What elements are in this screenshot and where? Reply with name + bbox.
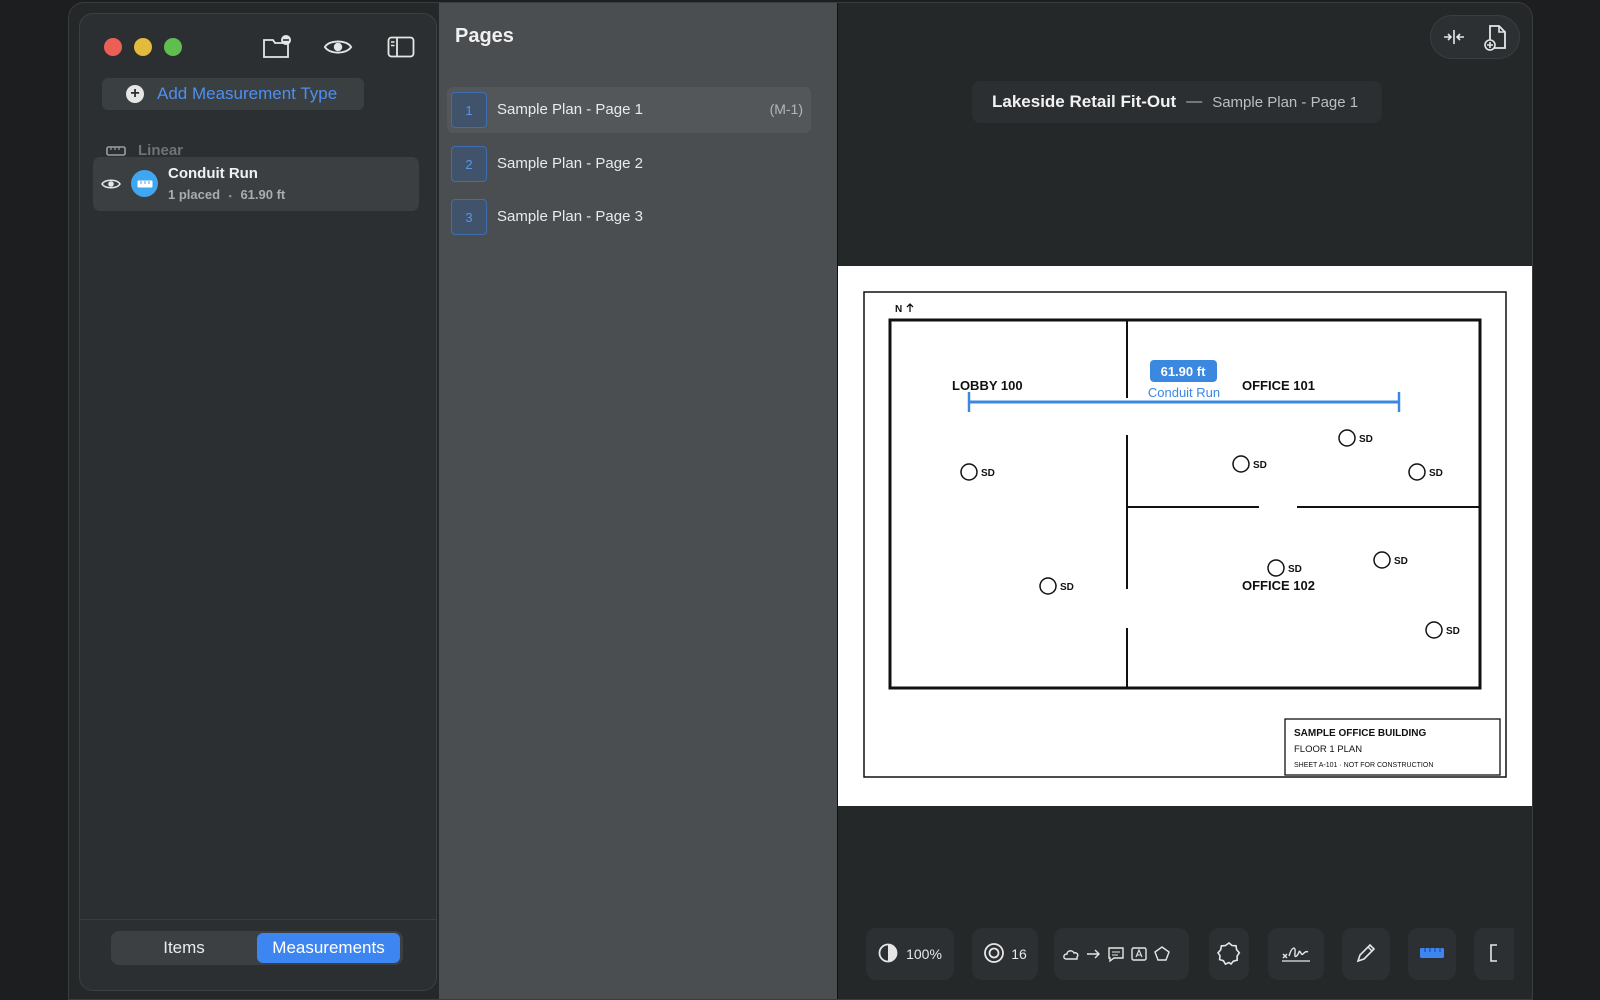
- page-name: Sample Plan - Page 1: [497, 101, 643, 118]
- pencil-icon: [1355, 942, 1377, 967]
- polygon-icon[interactable]: [1153, 946, 1170, 961]
- visibility-eye-icon[interactable]: [101, 177, 121, 196]
- detector-label: SD: [1253, 460, 1267, 471]
- comment-icon[interactable]: [1107, 947, 1124, 963]
- contrast-icon: [878, 943, 898, 966]
- room-label-office-102: OFFICE 102: [1242, 578, 1315, 593]
- detector-label: SD: [1288, 564, 1302, 575]
- bottom-toolbar: 100% 16: [838, 928, 1532, 984]
- zoom-window-button[interactable]: [164, 38, 182, 56]
- count-control[interactable]: 16: [972, 928, 1038, 980]
- text-box-icon[interactable]: [1130, 947, 1147, 961]
- detector-label: SD: [1429, 468, 1443, 479]
- markup-tools-group: [1054, 928, 1189, 980]
- badge-shape-icon: [1216, 941, 1241, 968]
- shape-tool[interactable]: [1209, 928, 1249, 980]
- plus-icon: +: [126, 85, 144, 103]
- detector-label: SD: [1446, 626, 1460, 637]
- target-icon: [983, 942, 1005, 967]
- measurement-name: Conduit Run: [1148, 385, 1220, 400]
- measurement-type-meta: 1 placed • 61.90 ft: [168, 187, 285, 202]
- top-toolbar: [1430, 15, 1520, 59]
- detector-label: SD: [981, 468, 995, 479]
- add-measurement-type-button[interactable]: + Add Measurement Type: [102, 78, 364, 110]
- meta-separator: •: [228, 190, 232, 201]
- measurements-tab[interactable]: Measurements: [257, 933, 400, 963]
- project-name: Lakeside Retail Fit-Out: [992, 92, 1177, 111]
- title-block-line2: FLOOR 1 PLAN: [1294, 744, 1362, 755]
- pages-panel: Pages 1 Sample Plan - Page 1 (M-1) 2 Sam…: [439, 3, 837, 999]
- detector-label: SD: [1060, 582, 1074, 593]
- room-label-office-101: OFFICE 101: [1242, 378, 1315, 393]
- page-row-2[interactable]: 2 Sample Plan - Page 2: [447, 141, 811, 187]
- collapse-icon[interactable]: [1443, 28, 1465, 51]
- ruler-icon: [1419, 946, 1445, 962]
- app-window: + Add Measurement Type Linear Conduit Ru…: [68, 2, 1533, 1000]
- linear-measurement[interactable]: 61.90 ft Conduit Run: [967, 360, 1401, 412]
- pen-tool[interactable]: [1342, 928, 1390, 980]
- room-label-lobby: LOBBY 100: [952, 378, 1023, 393]
- add-measurement-type-label: Add Measurement Type: [157, 84, 338, 103]
- more-tools[interactable]: [1474, 928, 1514, 980]
- ruler-badge-icon: [131, 170, 158, 197]
- view-segmented-control: Items Measurements: [111, 931, 403, 965]
- measurement-type-name: Conduit Run: [168, 165, 258, 182]
- opacity-value: 100%: [906, 946, 942, 962]
- minimize-window-button[interactable]: [134, 38, 152, 56]
- ruler-icon: [106, 145, 126, 156]
- measurement-type-row[interactable]: Conduit Run 1 placed • 61.90 ft: [93, 157, 419, 211]
- signature-icon: [1280, 942, 1312, 967]
- measure-tool[interactable]: [1408, 928, 1456, 980]
- divider: [80, 919, 436, 920]
- document-viewer: Lakeside Retail Fit-Out — Sample Plan - …: [837, 3, 1532, 999]
- pages-title: Pages: [455, 25, 514, 47]
- document-title: Lakeside Retail Fit-Out — Sample Plan - …: [972, 81, 1382, 123]
- placed-count: 1 placed: [168, 187, 221, 202]
- detector-label: SD: [1394, 556, 1408, 567]
- cloud-icon[interactable]: [1062, 950, 1078, 960]
- eye-icon[interactable]: [323, 34, 353, 60]
- folder-minus-icon[interactable]: [262, 34, 292, 60]
- page-thumbnail: 2: [451, 146, 487, 182]
- arrow-icon[interactable]: [1086, 949, 1100, 959]
- bracket-icon: [1487, 943, 1501, 966]
- page-row-3[interactable]: 3 Sample Plan - Page 3: [447, 194, 811, 240]
- page-row-1[interactable]: 1 Sample Plan - Page 1 (M-1): [447, 87, 811, 133]
- current-page-name: Sample Plan - Page 1: [1212, 93, 1359, 111]
- page-tag: (M-1): [769, 101, 803, 117]
- page-name: Sample Plan - Page 2: [497, 155, 643, 172]
- opacity-control[interactable]: 100%: [866, 928, 954, 980]
- page-thumbnail: 1: [451, 92, 487, 128]
- title-dash: —: [1186, 93, 1203, 110]
- add-document-icon[interactable]: [1483, 24, 1509, 57]
- page-name: Sample Plan - Page 3: [497, 208, 643, 225]
- close-window-button[interactable]: [104, 38, 122, 56]
- sidebar-toggle-icon[interactable]: [386, 34, 416, 60]
- plan-canvas[interactable]: N LOBBY 100 OFFICE 101 OFFICE 102 SD SD …: [838, 266, 1532, 806]
- total-length: 61.90 ft: [240, 187, 286, 202]
- page-thumbnail: 3: [451, 199, 487, 235]
- count-value: 16: [1011, 946, 1027, 962]
- sidebar: + Add Measurement Type Linear Conduit Ru…: [79, 13, 437, 991]
- measurement-value: 61.90 ft: [1161, 364, 1206, 379]
- signature-tool[interactable]: [1268, 928, 1324, 980]
- detector-label: SD: [1359, 434, 1373, 445]
- items-tab[interactable]: Items: [113, 933, 255, 963]
- title-block-line3: SHEET A-101 · NOT FOR CONSTRUCTION: [1294, 762, 1433, 769]
- north-label: N: [895, 304, 902, 315]
- title-block-line1: SAMPLE OFFICE BUILDING: [1294, 728, 1426, 739]
